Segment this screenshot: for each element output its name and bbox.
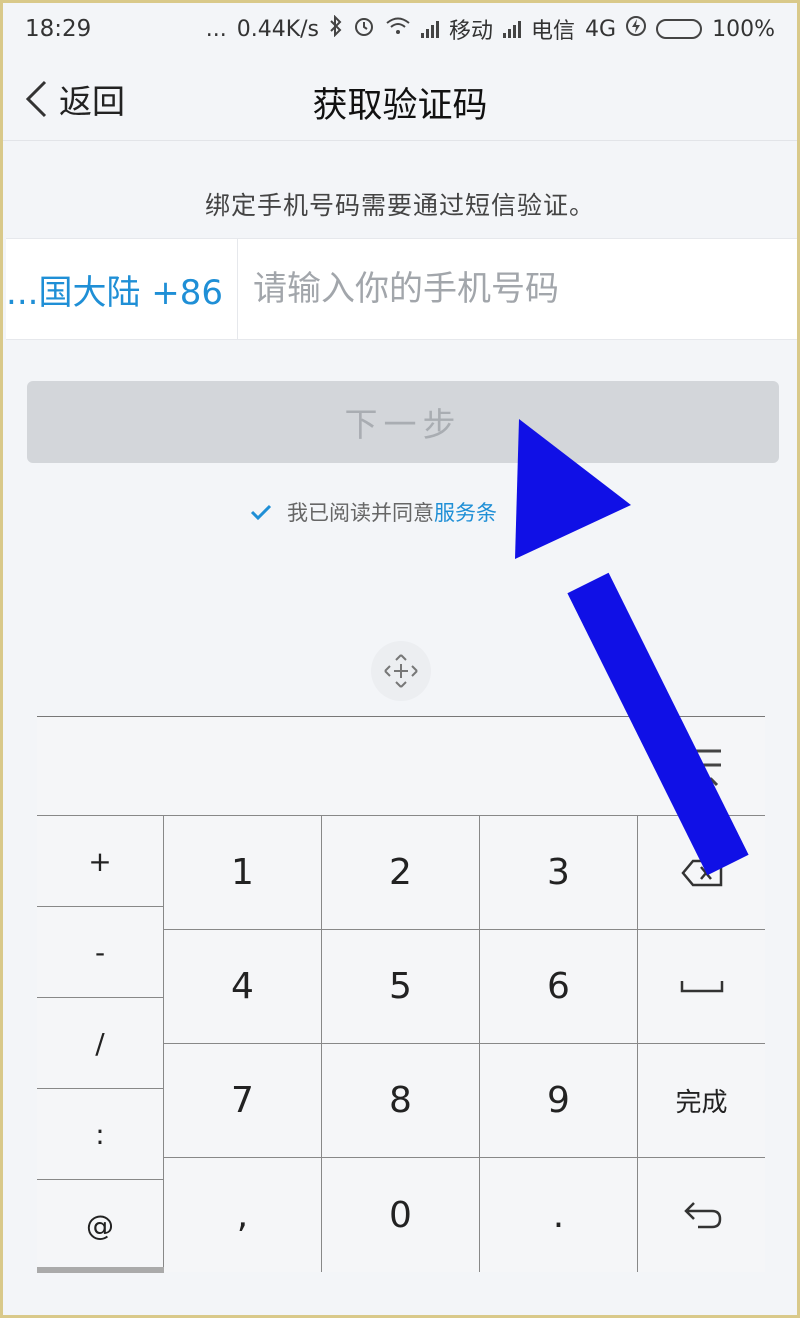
key-grid: 1 2 3 4 5 6 7 8 9 完成 , 0 . — [164, 816, 765, 1272]
keyboard-move-handle[interactable] — [371, 641, 431, 701]
nav-bar: 返回 获取验证码 — [3, 55, 797, 141]
terms-link[interactable]: 服务条 — [434, 501, 497, 525]
symbol-column: + - / : @ — [37, 816, 164, 1272]
status-time: 18:29 — [25, 16, 92, 42]
bluetooth-icon — [329, 14, 343, 43]
key-6[interactable]: 6 — [480, 930, 638, 1044]
key-at[interactable]: @ — [37, 1180, 164, 1271]
network-type: 4G — [585, 16, 617, 42]
charging-icon — [626, 15, 647, 43]
phone-row: ...国大陆 +86 — [6, 238, 797, 340]
signal-icon-1 — [421, 20, 440, 38]
next-step-button[interactable]: 下一步 — [27, 381, 779, 463]
agreement-text: 我已阅读并同意 — [287, 501, 434, 525]
key-minus[interactable]: - — [37, 907, 164, 998]
page-title: 获取验证码 — [312, 86, 488, 126]
keyboard-bottom-edge — [37, 1267, 164, 1273]
backspace-icon — [680, 859, 722, 886]
key-9[interactable]: 9 — [480, 1044, 638, 1158]
space-key[interactable] — [638, 930, 765, 1044]
carrier-1: 移动 — [449, 19, 494, 44]
key-5[interactable]: 5 — [322, 930, 480, 1044]
key-7[interactable]: 7 — [164, 1044, 322, 1158]
key-period[interactable]: . — [480, 1158, 638, 1272]
wifi-icon — [385, 16, 411, 42]
verification-hint: 绑定手机号码需要通过短信验证。 — [204, 191, 595, 220]
checkmark-icon[interactable] — [249, 500, 273, 524]
key-comma[interactable]: , — [164, 1158, 322, 1272]
carrier-2: 电信 — [531, 19, 576, 44]
battery-percent: 100% — [712, 16, 775, 42]
status-dots: ... — [205, 16, 227, 42]
key-plus[interactable]: + — [37, 816, 164, 907]
keyboard-menu-icon[interactable] — [685, 745, 725, 789]
key-8[interactable]: 8 — [322, 1044, 480, 1158]
signal-icon-2 — [503, 20, 522, 38]
done-key[interactable]: 完成 — [638, 1044, 765, 1158]
key-3[interactable]: 3 — [480, 816, 638, 930]
key-colon[interactable]: : — [37, 1089, 164, 1180]
move-icon — [384, 654, 418, 688]
key-2[interactable]: 2 — [322, 816, 480, 930]
backspace-key[interactable] — [638, 816, 765, 930]
status-bar: 18:29 ... 0.44K/s 移动 电信 4G 100% — [3, 3, 797, 55]
return-key[interactable] — [638, 1158, 765, 1272]
key-slash[interactable]: / — [37, 998, 164, 1089]
key-0[interactable]: 0 — [322, 1158, 480, 1272]
alarm-icon — [353, 15, 375, 43]
keyboard-top-bar — [37, 717, 765, 816]
phone-input[interactable] — [239, 239, 795, 339]
numeric-keyboard: + - / : @ 1 2 3 4 5 6 7 8 9 完成 , 0 . — [37, 716, 765, 1273]
status-speed: 0.44K/s — [236, 16, 320, 42]
space-icon — [680, 980, 723, 992]
agreement-row[interactable]: 我已阅读并同意服务条 — [249, 497, 497, 527]
battery-icon — [656, 19, 703, 39]
return-icon — [683, 1202, 721, 1229]
key-4[interactable]: 4 — [164, 930, 322, 1044]
key-1[interactable]: 1 — [164, 816, 322, 930]
region-selector[interactable]: ...国大陆 +86 — [6, 239, 238, 339]
